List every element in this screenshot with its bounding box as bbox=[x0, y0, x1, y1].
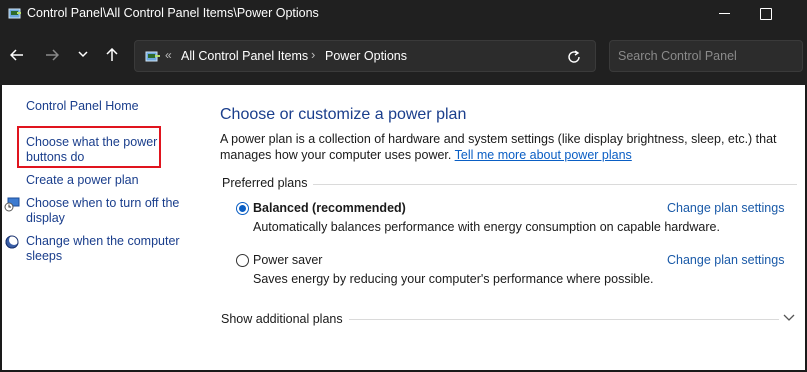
forward-button[interactable] bbox=[40, 41, 64, 69]
sidebar-turn-off-display-link[interactable]: Choose when to turn off the display bbox=[26, 196, 186, 226]
arrow-right-icon bbox=[46, 49, 59, 61]
title-bar: Control Panel\All Control Panel Items\Po… bbox=[0, 0, 807, 28]
refresh-icon[interactable] bbox=[565, 48, 583, 66]
search-box[interactable] bbox=[609, 40, 803, 72]
back-button[interactable] bbox=[5, 41, 29, 69]
recent-locations-button[interactable] bbox=[71, 41, 95, 69]
breadcrumb-separator[interactable]: › bbox=[311, 47, 315, 62]
breadcrumb-all-items[interactable]: All Control Panel Items bbox=[181, 49, 308, 63]
show-additional-plans[interactable]: Show additional plans bbox=[221, 312, 349, 326]
balanced-plan-name[interactable]: Balanced (recommended) bbox=[253, 201, 406, 215]
minimize-button[interactable] bbox=[712, 0, 738, 28]
sidebar-computer-sleeps-link[interactable]: Change when the computer sleeps bbox=[26, 234, 186, 264]
display-timer-icon bbox=[4, 196, 20, 212]
power-options-icon bbox=[8, 7, 22, 21]
page-title: Choose or customize a power plan bbox=[220, 106, 467, 123]
balanced-change-settings-link[interactable]: Change plan settings bbox=[667, 201, 784, 215]
page-description: A power plan is a collection of hardware… bbox=[220, 131, 805, 163]
maximize-button[interactable] bbox=[752, 0, 778, 28]
arrow-up-icon bbox=[106, 48, 118, 61]
sidebar-create-plan-link[interactable]: Create a power plan bbox=[26, 173, 139, 188]
breadcrumb-power-options[interactable]: Power Options bbox=[325, 49, 407, 63]
power-saver-name[interactable]: Power saver bbox=[253, 253, 322, 267]
search-input[interactable] bbox=[610, 41, 802, 71]
chevron-down-icon[interactable] bbox=[782, 312, 796, 324]
preferred-plans-label: Preferred plans bbox=[222, 176, 314, 190]
navigation-bar: « All Control Panel Items › Power Option… bbox=[0, 28, 807, 85]
chevron-down-icon bbox=[78, 51, 88, 58]
control-panel-icon bbox=[145, 49, 161, 65]
learn-more-link[interactable]: Tell me more about power plans bbox=[455, 148, 632, 162]
breadcrumb-overflow[interactable]: « bbox=[165, 48, 172, 62]
up-button[interactable] bbox=[100, 41, 124, 69]
power-saver-description: Saves energy by reducing your computer's… bbox=[253, 272, 654, 286]
moon-sleep-icon bbox=[4, 234, 20, 250]
arrow-left-icon bbox=[10, 49, 23, 61]
balanced-plan-radio[interactable] bbox=[236, 202, 249, 215]
power-saver-radio[interactable] bbox=[236, 254, 249, 267]
window-title: Control Panel\All Control Panel Items\Po… bbox=[27, 6, 319, 20]
power-saver-change-settings-link[interactable]: Change plan settings bbox=[667, 253, 784, 267]
address-bar[interactable]: « All Control Panel Items › Power Option… bbox=[134, 40, 596, 72]
balanced-plan-description: Automatically balances performance with … bbox=[253, 220, 720, 234]
sidebar-control-panel-home[interactable]: Control Panel Home bbox=[26, 99, 139, 114]
sidebar-power-buttons-link[interactable]: Choose what the power buttons do bbox=[26, 135, 162, 165]
